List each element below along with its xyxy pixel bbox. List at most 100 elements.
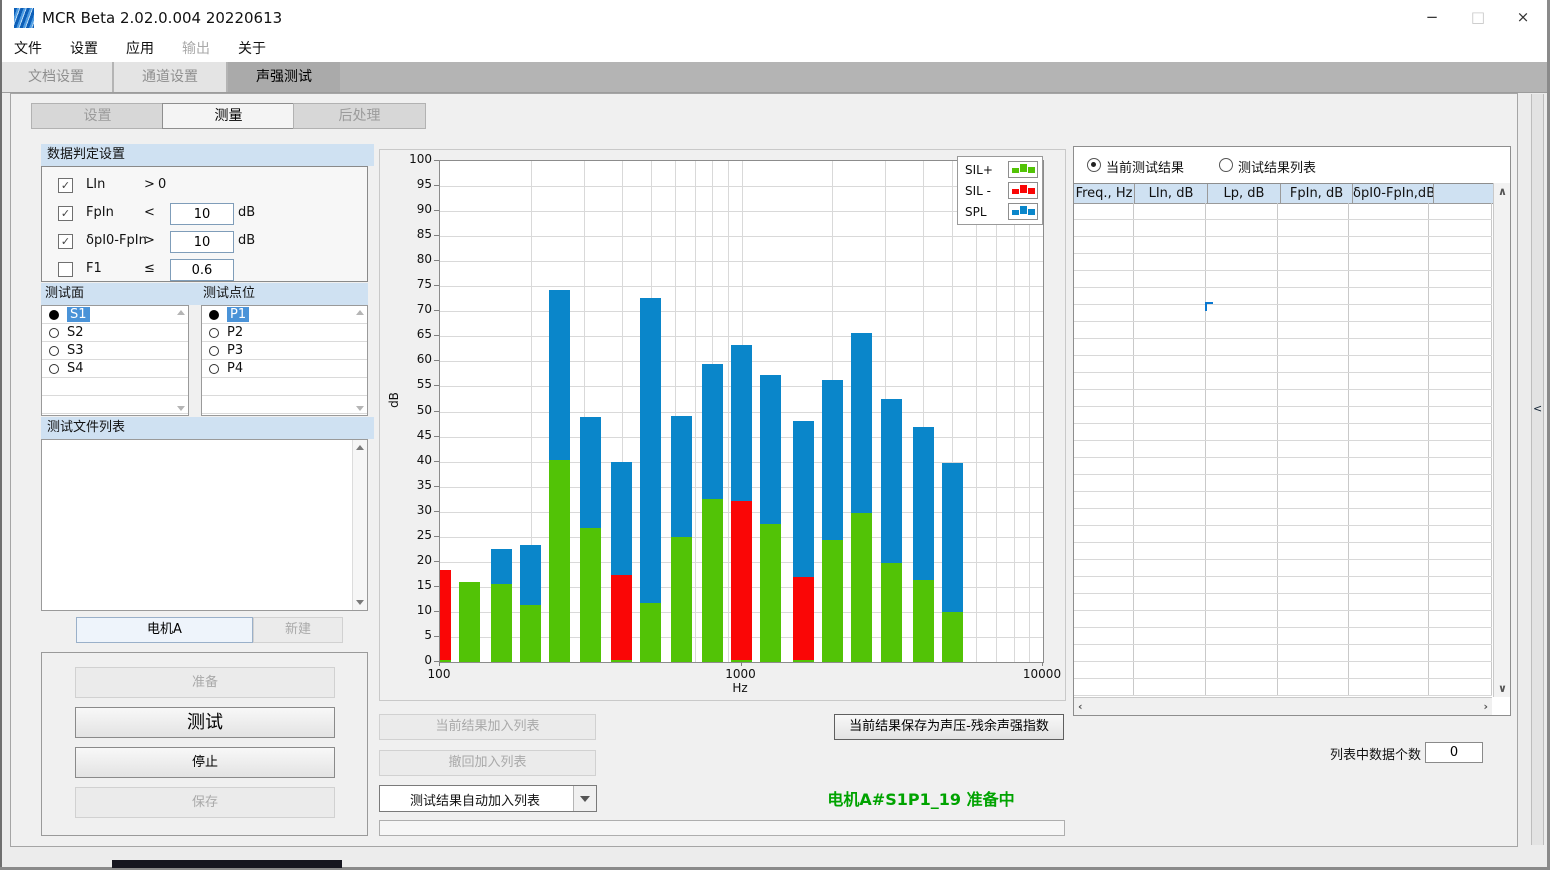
file-list-scrollbar[interactable]	[352, 440, 367, 610]
rule-checkbox[interactable]: ✓	[58, 178, 73, 193]
close-button[interactable]: ×	[1500, 0, 1546, 34]
radio-icon[interactable]	[209, 328, 219, 338]
table-row[interactable]	[1074, 628, 1492, 645]
table-row[interactable]	[1074, 458, 1492, 475]
scroll-down-icon[interactable]	[356, 406, 364, 411]
radio-icon[interactable]	[49, 364, 59, 374]
table-row[interactable]	[1074, 339, 1492, 356]
surface-listbox[interactable]: S1S2S3S4	[41, 305, 189, 416]
menu-item-应用[interactable]: 应用	[112, 36, 168, 62]
point-item-row[interactable]	[202, 396, 367, 414]
surface-item-row[interactable]	[42, 396, 188, 414]
point-item-row[interactable]: P2	[202, 324, 367, 342]
new-button[interactable]: 新建	[253, 617, 343, 643]
table-row[interactable]	[1074, 475, 1492, 492]
point-listbox[interactable]: P1P2P3P4	[201, 305, 368, 416]
scroll-right-icon[interactable]: ›	[1483, 700, 1488, 713]
table-row[interactable]	[1074, 424, 1492, 441]
table-row[interactable]	[1074, 662, 1492, 679]
collapse-panel-icon[interactable]: <	[1533, 402, 1542, 415]
subtab-测量[interactable]: 测量	[162, 103, 295, 129]
table-row[interactable]	[1074, 509, 1492, 526]
table-row[interactable]	[1074, 560, 1492, 577]
count-input[interactable]	[1425, 742, 1483, 763]
rule-value-input[interactable]	[170, 203, 234, 225]
radio-icon[interactable]	[49, 328, 59, 338]
test-file-list[interactable]	[41, 439, 368, 611]
tab-声强测试[interactable]: 声强测试	[228, 62, 340, 92]
point-item-row[interactable]	[202, 378, 367, 396]
subtab-设置[interactable]: 设置	[31, 103, 164, 129]
surface-item-row[interactable]: S1	[42, 306, 188, 324]
action-button-保存[interactable]: 保存	[75, 787, 335, 818]
point-item-row[interactable]: P3	[202, 342, 367, 360]
table-row[interactable]	[1074, 373, 1492, 390]
table-row[interactable]	[1074, 288, 1492, 305]
motor-a-button[interactable]: 电机A	[76, 617, 253, 643]
rule-value-input[interactable]	[170, 259, 234, 281]
result-list-radio[interactable]	[1219, 158, 1233, 172]
table-row[interactable]	[1074, 577, 1492, 594]
scroll-up-icon[interactable]: ∧	[1498, 185, 1507, 198]
rule-value-input[interactable]	[170, 231, 234, 253]
tab-文档设置[interactable]: 文档设置	[0, 62, 112, 92]
rule-checkbox[interactable]: ✓	[58, 234, 73, 249]
table-vertical-scrollbar[interactable]: ∧ ∨	[1493, 183, 1510, 697]
rule-checkbox[interactable]	[58, 262, 73, 277]
scroll-down-icon[interactable]	[177, 406, 185, 411]
auto-add-dropdown[interactable]: 测试结果自动加入列表	[379, 785, 597, 812]
surface-item-row[interactable]: S3	[42, 342, 188, 360]
radio-icon[interactable]	[49, 346, 59, 356]
table-row[interactable]	[1074, 611, 1492, 628]
current-result-radio[interactable]	[1087, 158, 1101, 172]
menu-item-设置[interactable]: 设置	[56, 36, 112, 62]
radio-selected-icon[interactable]	[49, 310, 59, 320]
scroll-left-icon[interactable]: ‹	[1078, 700, 1083, 713]
menu-item-关于[interactable]: 关于	[224, 36, 280, 62]
table-row[interactable]	[1074, 679, 1492, 696]
subtab-后处理[interactable]: 后处理	[293, 103, 426, 129]
table-row[interactable]	[1074, 203, 1492, 220]
table-horizontal-scrollbar[interactable]: ‹ ›	[1074, 697, 1492, 715]
radio-icon[interactable]	[209, 364, 219, 374]
radio-icon[interactable]	[209, 346, 219, 356]
table-row[interactable]	[1074, 220, 1492, 237]
surface-item-row[interactable]: S2	[42, 324, 188, 342]
table-row[interactable]	[1074, 356, 1492, 373]
table-row[interactable]	[1074, 390, 1492, 407]
radio-selected-icon[interactable]	[209, 310, 219, 320]
undo-add-button[interactable]: 撤回加入列表	[379, 750, 596, 776]
save-residual-index-button[interactable]: 当前结果保存为声压-残余声强指数	[834, 714, 1064, 740]
surface-item-row[interactable]: S4	[42, 360, 188, 378]
surface-item-row[interactable]	[42, 378, 188, 396]
scroll-up-icon[interactable]	[177, 310, 185, 315]
chevron-down-icon[interactable]	[573, 786, 596, 811]
menu-item-文件[interactable]: 文件	[0, 36, 56, 62]
table-row[interactable]	[1074, 271, 1492, 288]
action-button-停止[interactable]: 停止	[75, 747, 335, 778]
scroll-down-icon[interactable]: ∨	[1498, 682, 1507, 695]
table-row[interactable]	[1074, 594, 1492, 611]
results-table-body[interactable]	[1074, 203, 1492, 696]
action-button-测试[interactable]: 测试	[75, 707, 335, 738]
rule-checkbox[interactable]: ✓	[58, 206, 73, 221]
table-row[interactable]	[1074, 305, 1492, 322]
menu-item-输出[interactable]: 输出	[168, 36, 224, 62]
maximize-button[interactable]: □	[1455, 0, 1501, 34]
action-button-准备[interactable]: 准备	[75, 667, 335, 698]
table-row[interactable]	[1074, 407, 1492, 424]
scroll-down-icon[interactable]	[356, 600, 364, 605]
table-row[interactable]	[1074, 526, 1492, 543]
table-row[interactable]	[1074, 237, 1492, 254]
table-row[interactable]	[1074, 322, 1492, 339]
table-row[interactable]	[1074, 543, 1492, 560]
point-item-row[interactable]: P1	[202, 306, 367, 324]
scroll-up-icon[interactable]	[356, 310, 364, 315]
table-row[interactable]	[1074, 645, 1492, 662]
scroll-up-icon[interactable]	[356, 445, 364, 450]
point-item-row[interactable]: P4	[202, 360, 367, 378]
table-row[interactable]	[1074, 441, 1492, 458]
table-row[interactable]	[1074, 492, 1492, 509]
table-row[interactable]	[1074, 254, 1492, 271]
minimize-button[interactable]: −	[1409, 0, 1455, 34]
